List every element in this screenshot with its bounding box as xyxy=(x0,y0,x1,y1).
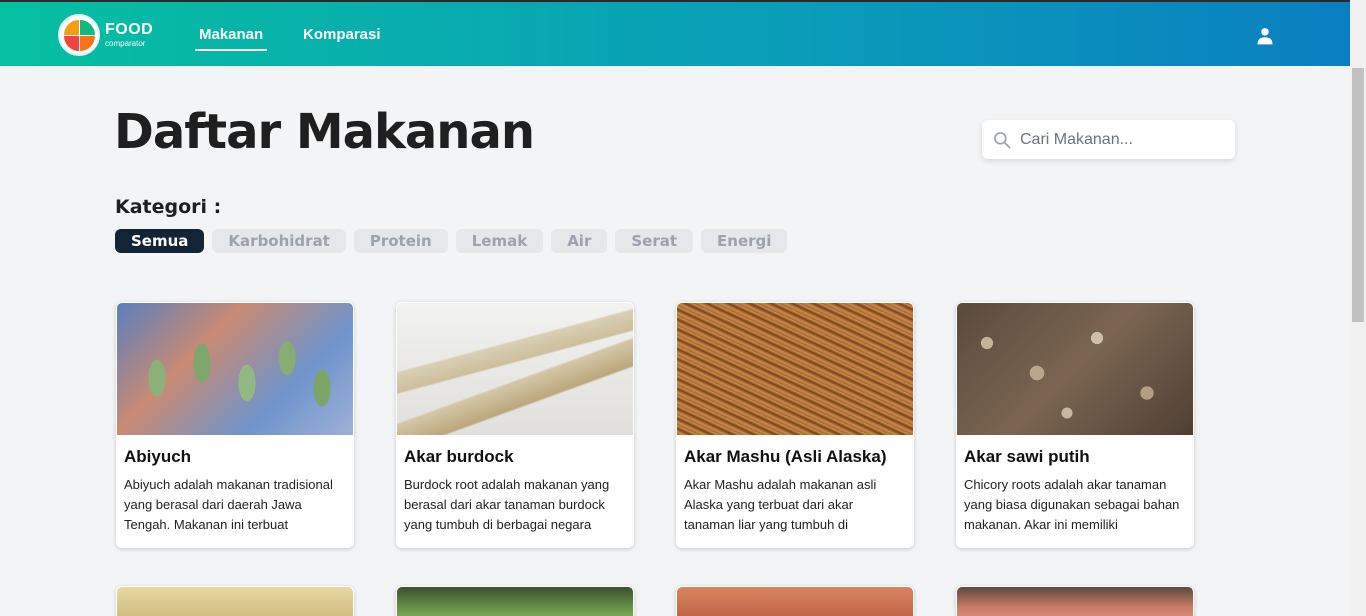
brand-subtitle: comparator xyxy=(105,39,146,48)
category-chips: Semua Karbohidrat Protein Lemak Air Sera… xyxy=(115,229,788,253)
food-description: Abiyuch adalah makanan tradisional yang … xyxy=(124,477,333,532)
food-name: Akar Mashu (Asli Alaska) xyxy=(684,447,887,466)
category-chip-protein[interactable]: Protein xyxy=(353,229,448,253)
nav-link-makanan[interactable]: Makanan xyxy=(195,26,268,51)
food-image xyxy=(957,303,1193,435)
food-image xyxy=(677,303,913,435)
search-input[interactable] xyxy=(1020,130,1220,149)
food-logo-icon xyxy=(58,14,100,56)
category-chip-lemak[interactable]: Lemak xyxy=(455,229,544,253)
category-chip-serat[interactable]: Serat xyxy=(615,229,694,253)
food-image xyxy=(397,303,633,435)
food-image xyxy=(117,587,353,616)
food-description: Akar Mashu adalah makanan asli Alaska ya… xyxy=(684,477,877,532)
category-chip-energi[interactable]: Energi xyxy=(701,229,788,253)
food-name: Akar burdock xyxy=(404,447,514,466)
brand-name: FOOD xyxy=(105,21,154,38)
food-card[interactable] xyxy=(676,586,914,616)
category-chip-air[interactable]: Air xyxy=(551,229,608,253)
nav-link-komparasi[interactable]: Komparasi xyxy=(303,26,381,43)
brand-logo[interactable]: FOOD comparator xyxy=(58,14,153,56)
food-card[interactable] xyxy=(116,586,354,616)
food-name: Akar sawi putih xyxy=(964,447,1090,466)
food-name: Abiyuch xyxy=(124,447,192,466)
search-box[interactable] xyxy=(982,120,1235,159)
kategori-label: Kategori : xyxy=(115,196,222,218)
food-image xyxy=(117,303,353,435)
scrollbar-thumb[interactable] xyxy=(1352,68,1364,322)
food-image xyxy=(677,587,913,616)
food-image xyxy=(957,587,1193,616)
food-card[interactable] xyxy=(956,586,1194,616)
user-icon[interactable] xyxy=(1255,26,1275,46)
food-card[interactable] xyxy=(396,586,634,616)
food-card[interactable]: Akar Mashu (Asli Alaska) Akar Mashu adal… xyxy=(676,302,914,548)
navbar: FOOD comparator Makanan Komparasi xyxy=(0,0,1350,66)
food-image xyxy=(397,587,633,616)
search-icon xyxy=(994,131,1011,148)
page-title: Daftar Makanan xyxy=(114,104,535,160)
food-description: Burdock root adalah makanan yang berasal… xyxy=(404,477,610,532)
food-card[interactable]: Abiyuch Abiyuch adalah makanan tradision… xyxy=(116,302,354,548)
brand-text: FOOD comparator xyxy=(105,22,153,48)
category-chip-karbohidrat[interactable]: Karbohidrat xyxy=(212,229,346,253)
food-description: Chicory roots adalah akar tanaman yang b… xyxy=(964,477,1180,532)
food-card[interactable]: Akar burdock Burdock root adalah makanan… xyxy=(396,302,634,548)
category-chip-semua[interactable]: Semua xyxy=(115,229,205,253)
food-card[interactable]: Akar sawi putih Chicory roots adalah aka… xyxy=(956,302,1194,548)
